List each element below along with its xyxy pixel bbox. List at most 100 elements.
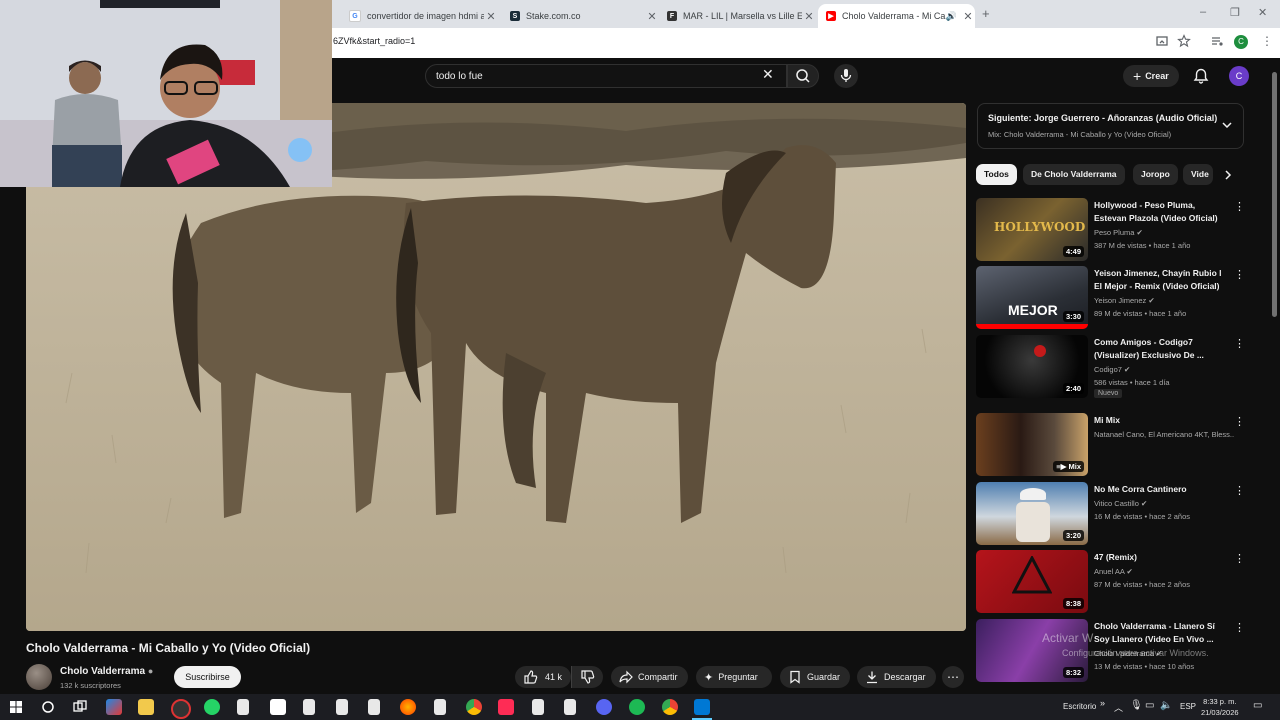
speaker-icon[interactable]: 🔊	[946, 11, 957, 22]
spotify-icon[interactable]	[629, 699, 645, 715]
desktop-toolbar-label[interactable]: Escritorio	[1063, 702, 1096, 711]
document-icon[interactable]	[434, 699, 446, 715]
recommendation-item[interactable]: MEJOR 3:30 Yeison Jimenez, Chayín Rubio …	[976, 266, 1245, 330]
microphone-tray-icon[interactable]: 🎙	[1130, 700, 1143, 711]
notifications-icon[interactable]: ▭	[1253, 700, 1262, 711]
tab-flashscore[interactable]: F MAR - LIL | Marsella vs Lille EN ✕	[659, 4, 816, 28]
more-vertical-icon[interactable]: ⋮	[1234, 484, 1245, 497]
chip-de-cholo-valderrama[interactable]: De Cholo Valderrama	[1023, 164, 1125, 185]
page-scrollbar-thumb[interactable]	[1272, 72, 1277, 317]
system-clock[interactable]: 8:33 p. m. 21/03/2026	[1201, 696, 1239, 718]
recommendation-item[interactable]: HOLLYWOOD 4:49 Hollywood - Peso Pluma, E…	[976, 198, 1245, 262]
chevron-down-icon[interactable]	[1220, 118, 1234, 132]
clear-search-icon[interactable]: ✕	[762, 66, 774, 83]
document-icon[interactable]	[564, 699, 576, 715]
chip-joropo[interactable]: Joropo	[1133, 164, 1178, 185]
close-tab-icon[interactable]: ✕	[802, 10, 816, 23]
document-icon[interactable]	[532, 699, 544, 715]
discord-icon[interactable]	[596, 699, 612, 715]
language-indicator[interactable]: ESP	[1180, 702, 1196, 711]
save-button[interactable]: Guardar	[780, 666, 850, 688]
active-app-icon[interactable]	[694, 699, 710, 715]
recommendation-item[interactable]: 8:38 47 (Remix) Anuel AA ✔ 87 M de vista…	[976, 550, 1245, 614]
chrome-menu-icon[interactable]: ⋮	[1261, 34, 1273, 48]
tray-overflow-icon[interactable]: ︿	[1114, 701, 1123, 714]
close-tab-icon[interactable]: ✕	[645, 10, 659, 23]
cast-icon[interactable]	[1155, 34, 1169, 48]
file-explorer-icon[interactable]	[138, 699, 154, 715]
volume-icon[interactable]: 🔈	[1160, 700, 1172, 711]
plus-icon: +	[1133, 68, 1142, 84]
voice-search-button[interactable]	[834, 64, 858, 88]
close-window-icon[interactable]: ✕	[1258, 6, 1267, 19]
more-vertical-icon[interactable]: ⋮	[1234, 552, 1245, 565]
up-next-title: Siguiente: Jorge Guerrero - Añoranzas (A…	[988, 113, 1218, 123]
whatsapp-icon[interactable]	[204, 699, 220, 715]
search-box[interactable]	[425, 64, 787, 88]
more-vertical-icon[interactable]: ⋮	[1234, 621, 1245, 634]
tab-google-search[interactable]: G convertidor de imagen hdmi a ✕	[341, 4, 498, 28]
ask-button[interactable]: ✦ Preguntar	[696, 666, 772, 688]
recommendation-item[interactable]: 2:40 Como Amigos - Codigo7 (Visualizer) …	[976, 335, 1245, 399]
video-thumbnail[interactable]: MEJOR 3:30	[976, 266, 1088, 329]
toolbar-expand-icon[interactable]: »	[1100, 698, 1105, 708]
tiktok-icon[interactable]	[498, 699, 514, 715]
close-tab-icon[interactable]: ✕	[484, 10, 498, 23]
subscribe-button[interactable]: Suscribirse	[174, 666, 241, 688]
document-icon[interactable]	[237, 699, 249, 715]
chip-todos[interactable]: Todos	[976, 164, 1017, 185]
share-button[interactable]: Compartir	[611, 666, 688, 688]
recommendation-item[interactable]: 3:20 No Me Corra Cantinero Vitico Castil…	[976, 482, 1245, 546]
download-button[interactable]: Descargar	[857, 666, 936, 688]
video-thumbnail[interactable]: HOLLYWOOD 4:49	[976, 198, 1088, 261]
more-vertical-icon[interactable]: ⋮	[1234, 337, 1245, 350]
chrome-icon[interactable]	[466, 699, 482, 715]
windows-start-icon[interactable]	[8, 699, 24, 715]
verified-icon: ✔	[1124, 365, 1131, 374]
verified-icon: ✔	[1140, 499, 1148, 508]
search-button[interactable]	[787, 64, 819, 88]
firefox-icon[interactable]	[400, 699, 416, 715]
channel-name[interactable]: Cholo Valderrama ●	[60, 666, 153, 677]
new-tab-button[interactable]: +	[982, 6, 990, 21]
more-vertical-icon[interactable]: ⋮	[1234, 268, 1245, 281]
account-avatar[interactable]: C	[1229, 66, 1249, 86]
document-icon[interactable]	[303, 699, 315, 715]
more-actions-button[interactable]: ⋯	[942, 666, 964, 688]
search-input[interactable]	[434, 70, 758, 83]
network-icon[interactable]: ▭	[1145, 700, 1154, 711]
tab-stake[interactable]: S Stake.com.co ✕	[502, 4, 659, 28]
video-thumbnail[interactable]: 3:20	[976, 482, 1088, 545]
tab-youtube[interactable]: ▶ Cholo Valderrama - Mi Cab 🔊 ✕	[818, 4, 975, 28]
copilot-icon[interactable]	[106, 699, 122, 715]
capcut-icon[interactable]	[270, 699, 286, 715]
address-bar[interactable]: 6ZVfk&start_radio=1	[333, 36, 415, 46]
task-view-icon[interactable]	[72, 699, 88, 715]
document-icon[interactable]	[336, 699, 348, 715]
flashscore-icon: F	[667, 11, 677, 21]
video-thumbnail[interactable]: ≡▶ Mix	[976, 413, 1088, 476]
recording-app-icon[interactable]	[171, 699, 191, 719]
search-circle-icon[interactable]	[40, 699, 56, 715]
document-icon[interactable]	[368, 699, 380, 715]
more-vertical-icon[interactable]: ⋮	[1234, 415, 1245, 428]
chevron-right-icon[interactable]	[1221, 168, 1235, 182]
like-button[interactable]: 41 k	[515, 666, 571, 688]
media-control-icon[interactable]	[1210, 34, 1224, 48]
close-tab-icon[interactable]: ✕	[961, 10, 975, 23]
up-next-panel[interactable]: Siguiente: Jorge Guerrero - Añoranzas (A…	[977, 103, 1244, 149]
create-button[interactable]: + Crear	[1123, 65, 1179, 87]
chrome-icon[interactable]	[662, 699, 678, 715]
recommendation-item[interactable]: ≡▶ Mix Mi Mix Natanael Cano, El American…	[976, 413, 1245, 477]
chip-videos[interactable]: Vide	[1183, 164, 1213, 185]
minimize-icon[interactable]: –	[1200, 6, 1206, 18]
more-vertical-icon[interactable]: ⋮	[1234, 200, 1245, 213]
channel-avatar[interactable]	[26, 664, 52, 690]
dislike-button[interactable]	[571, 666, 603, 688]
video-thumbnail[interactable]: 2:40	[976, 335, 1088, 398]
restore-icon[interactable]: ❐	[1230, 6, 1240, 19]
video-thumbnail[interactable]: 8:38	[976, 550, 1088, 613]
bookmark-star-icon[interactable]	[1177, 34, 1191, 48]
profile-avatar[interactable]: C	[1234, 35, 1248, 49]
notifications-bell-icon[interactable]	[1192, 67, 1210, 85]
